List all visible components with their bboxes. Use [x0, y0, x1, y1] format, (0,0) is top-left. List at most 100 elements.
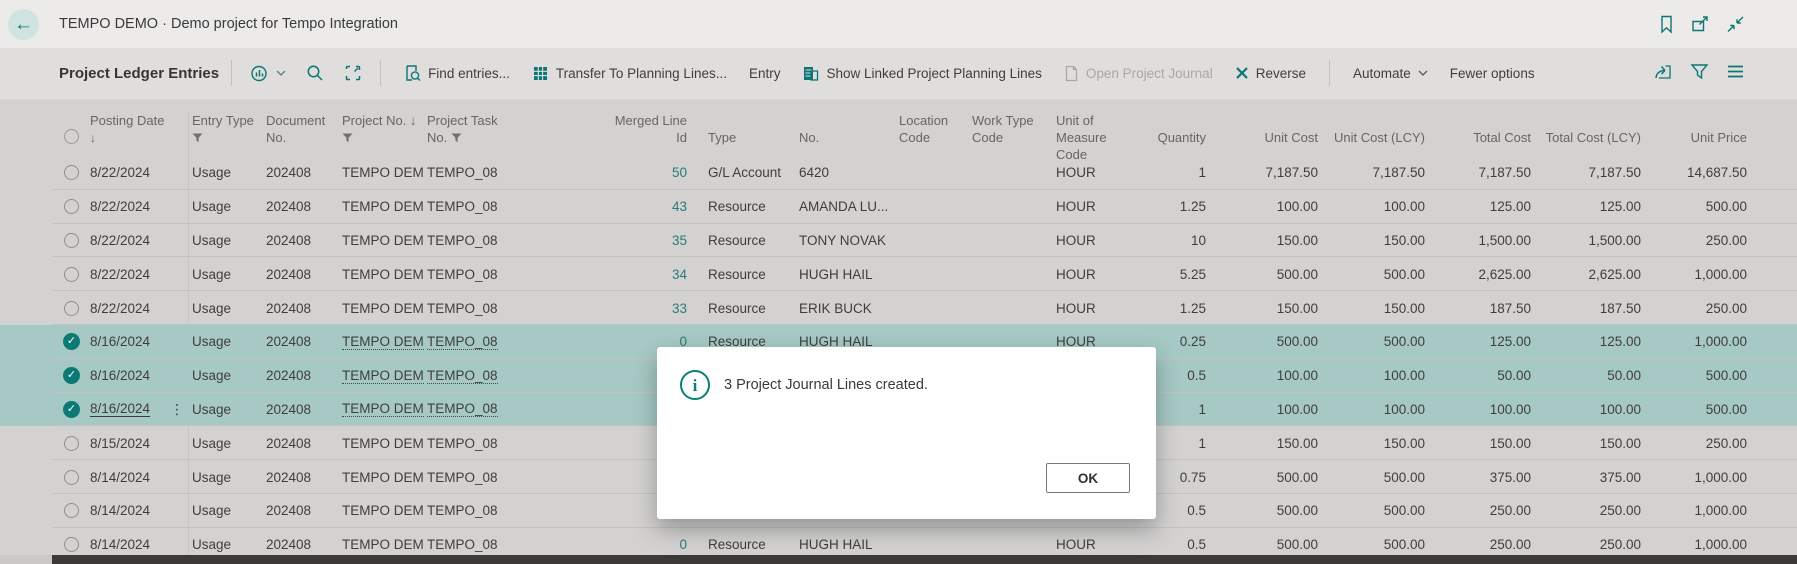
table-row[interactable]: 8/22/2024Usage202408TEMPO DEMOTEMPO_0835…	[0, 224, 1797, 258]
cell-unit_price[interactable]: 500.00	[1641, 359, 1747, 393]
table-row[interactable]: 8/22/2024Usage202408TEMPO DEMOTEMPO_0850…	[0, 156, 1797, 190]
column-header-project_task_no[interactable]: Project TaskNo.	[427, 112, 527, 146]
cell-unit_cost[interactable]: 100.00	[1206, 393, 1318, 427]
cell-total_cost_lcy[interactable]: 2,625.00	[1531, 257, 1641, 291]
cell-unit_of_measure_code[interactable]: HOUR	[1056, 257, 1122, 291]
cell-unit_cost[interactable]: 100.00	[1206, 359, 1318, 393]
row-select-radio[interactable]	[64, 301, 79, 316]
cell-total_cost_lcy[interactable]: 125.00	[1531, 325, 1641, 359]
row-selected-check-icon[interactable]: ✓	[63, 367, 80, 384]
bookmark-icon[interactable]	[1658, 15, 1675, 34]
cell-unit_price[interactable]: 1,000.00	[1641, 460, 1747, 494]
cell-posting_date[interactable]: 8/15/2024	[90, 426, 186, 460]
cell-document_no[interactable]: 202408	[266, 393, 338, 427]
column-header-unit_cost_lcy[interactable]: Unit Cost (LCY)	[1318, 112, 1425, 146]
cell-entry_type[interactable]: Usage	[192, 224, 262, 258]
cell-total_cost[interactable]: 2,625.00	[1425, 257, 1531, 291]
cell-unit_cost_lcy[interactable]: 150.00	[1318, 224, 1425, 258]
cell-unit_price[interactable]: 500.00	[1641, 393, 1747, 427]
cell-document_no[interactable]: 202408	[266, 291, 338, 325]
cell-entry_type[interactable]: Usage	[192, 494, 262, 528]
cell-project_no[interactable]: TEMPO DEMO	[342, 359, 424, 393]
cell-project_task_no[interactable]: TEMPO_08	[427, 393, 527, 427]
merged-line-link[interactable]: 35	[672, 233, 687, 248]
row-select-radio[interactable]	[64, 537, 79, 552]
action-reverse[interactable]: Reverse	[1235, 66, 1306, 81]
merged-line-link[interactable]: 33	[672, 301, 687, 316]
cell-document_no[interactable]: 202408	[266, 224, 338, 258]
cell-unit_of_measure_code[interactable]: HOUR	[1056, 291, 1122, 325]
column-header-document_no[interactable]: DocumentNo.	[266, 112, 338, 146]
cell-posting_date[interactable]: 8/22/2024	[90, 291, 186, 325]
cell-posting_date[interactable]: 8/16/2024	[90, 325, 186, 359]
focus-mode-icon[interactable]	[344, 64, 362, 82]
cell-quantity[interactable]: 1.25	[1126, 190, 1206, 224]
cell-unit_cost_lcy[interactable]: 500.00	[1318, 325, 1425, 359]
row-select-radio[interactable]	[64, 199, 79, 214]
cell-total_cost_lcy[interactable]: 7,187.50	[1531, 156, 1641, 190]
cell-quantity[interactable]: 5.25	[1126, 257, 1206, 291]
cell-unit_of_measure_code[interactable]: HOUR	[1056, 156, 1122, 190]
cell-work_type_code[interactable]	[972, 190, 1052, 224]
column-header-posting_date[interactable]: Posting Date↓	[90, 112, 186, 147]
cell-project_no[interactable]: TEMPO DEMO	[342, 224, 424, 258]
cell-work_type_code[interactable]	[972, 257, 1052, 291]
cell-unit_cost_lcy[interactable]: 500.00	[1318, 257, 1425, 291]
cell-location_code[interactable]	[899, 224, 969, 258]
cell-total_cost_lcy[interactable]: 100.00	[1531, 393, 1641, 427]
table-row[interactable]: 8/22/2024Usage202408TEMPO DEMOTEMPO_0843…	[0, 190, 1797, 224]
merged-line-link[interactable]: 0	[679, 537, 687, 552]
cell-total_cost[interactable]: 250.00	[1425, 494, 1531, 528]
cell-work_type_code[interactable]	[972, 156, 1052, 190]
cell-total_cost[interactable]: 1,500.00	[1425, 224, 1531, 258]
cell-posting_date[interactable]: 8/22/2024	[90, 190, 186, 224]
cell-unit_price[interactable]: 250.00	[1641, 224, 1747, 258]
cell-project_task_no[interactable]: TEMPO_08	[427, 224, 527, 258]
filter-icon[interactable]	[1690, 63, 1709, 83]
cell-no[interactable]: 6420	[799, 156, 895, 190]
cell-total_cost_lcy[interactable]: 150.00	[1531, 426, 1641, 460]
cell-total_cost_lcy[interactable]: 1,500.00	[1531, 224, 1641, 258]
column-header-unit_price[interactable]: Unit Price	[1641, 112, 1747, 146]
cell-unit_cost_lcy[interactable]: 100.00	[1318, 393, 1425, 427]
cell-no[interactable]: HUGH HAIL	[799, 257, 895, 291]
cell-total_cost[interactable]: 7,187.50	[1425, 156, 1531, 190]
cell-unit_cost_lcy[interactable]: 150.00	[1318, 291, 1425, 325]
cell-project_task_no[interactable]: TEMPO_08	[427, 426, 527, 460]
list-icon[interactable]	[1726, 64, 1745, 82]
ok-button[interactable]: OK	[1046, 463, 1130, 493]
column-header-quantity[interactable]: Quantity	[1126, 112, 1206, 146]
cell-project_no[interactable]: TEMPO DEMO	[342, 156, 424, 190]
cell-total_cost_lcy[interactable]: 125.00	[1531, 190, 1641, 224]
cell-entry_type[interactable]: Usage	[192, 190, 262, 224]
cell-unit_price[interactable]: 250.00	[1641, 426, 1747, 460]
cell-location_code[interactable]	[899, 291, 969, 325]
cell-quantity[interactable]: 10	[1126, 224, 1206, 258]
cell-unit_cost[interactable]: 500.00	[1206, 257, 1318, 291]
column-header-project_no[interactable]: Project No. ↓	[342, 112, 424, 146]
cell-posting_date[interactable]: 8/16/2024	[90, 359, 186, 393]
column-header-total_cost_lcy[interactable]: Total Cost (LCY)	[1531, 112, 1641, 146]
cell-project_no[interactable]: TEMPO DEMO	[342, 393, 424, 427]
cell-entry_type[interactable]: Usage	[192, 393, 262, 427]
cell-document_no[interactable]: 202408	[266, 426, 338, 460]
cell-document_no[interactable]: 202408	[266, 190, 338, 224]
column-header-no[interactable]: No.	[799, 112, 895, 146]
cell-location_code[interactable]	[899, 257, 969, 291]
cell-unit_price[interactable]: 1,000.00	[1641, 325, 1747, 359]
cell-total_cost[interactable]: 100.00	[1425, 393, 1531, 427]
cell-total_cost_lcy[interactable]: 187.50	[1531, 291, 1641, 325]
cell-project_no[interactable]: TEMPO DEMO	[342, 494, 424, 528]
action-transfer-to-planning-lines[interactable]: Transfer To Planning Lines...	[532, 65, 727, 82]
column-header-type[interactable]: Type	[708, 112, 796, 146]
cell-merged_line_id[interactable]: 34	[532, 257, 687, 291]
row-select-radio[interactable]	[64, 233, 79, 248]
cell-total_cost[interactable]: 50.00	[1425, 359, 1531, 393]
back-button[interactable]: ←	[8, 9, 39, 40]
cell-no[interactable]: AMANDA LU...	[799, 190, 895, 224]
cell-total_cost[interactable]: 375.00	[1425, 460, 1531, 494]
cell-type[interactable]: Resource	[708, 257, 796, 291]
cell-unit_cost[interactable]: 150.00	[1206, 224, 1318, 258]
cell-merged_line_id[interactable]: 33	[532, 291, 687, 325]
cell-type[interactable]: Resource	[708, 224, 796, 258]
